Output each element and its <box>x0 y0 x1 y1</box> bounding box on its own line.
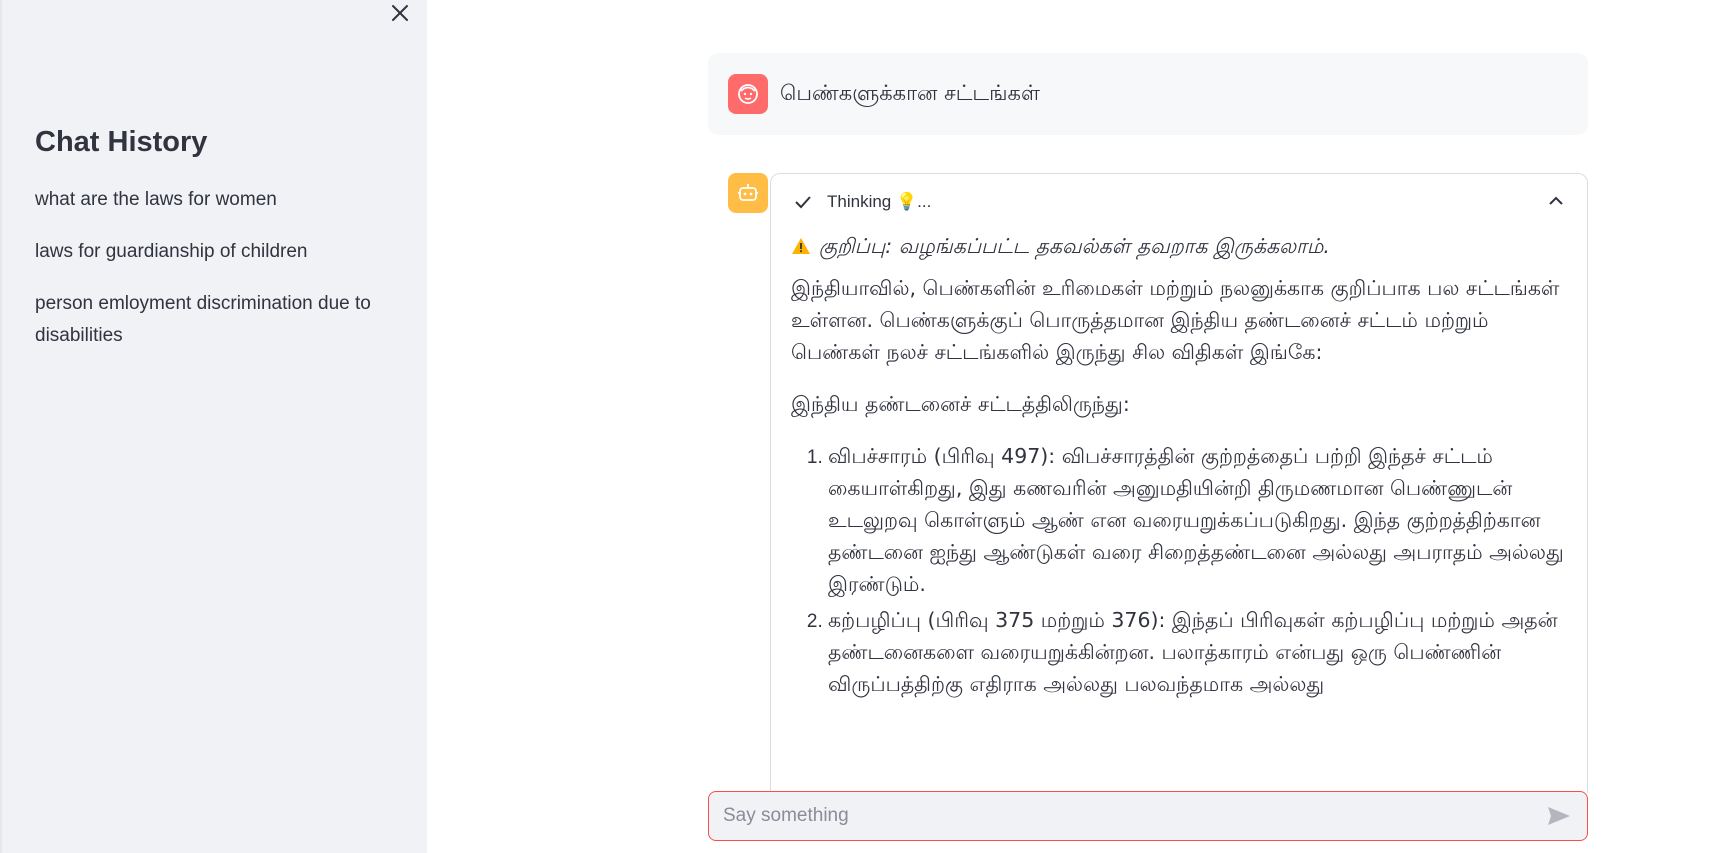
list-item: கற்பழிப்பு (பிரிவு 375 மற்றும் 376): இந்… <box>828 604 1567 700</box>
laws-list: விபச்சாரம் (பிரிவு 497): விபச்சாரத்தின் … <box>791 440 1567 700</box>
close-icon <box>392 5 408 21</box>
expander-body: குறிப்பு: வழங்கப்பட்ட தகவல்கள் தவறாக இரு… <box>771 230 1587 700</box>
expander-label: Thinking 💡... <box>827 192 932 211</box>
assistant-avatar <box>728 173 768 213</box>
list-item: விபச்சாரம் (பிரிவு 497): விபச்சாரத்தின் … <box>828 440 1567 600</box>
warning-icon <box>792 238 810 254</box>
sidebar: Chat History what are the laws for women… <box>0 0 427 853</box>
user-face-icon <box>738 84 758 104</box>
history-item[interactable]: what are the laws for women <box>35 184 395 216</box>
robot-icon <box>738 184 758 201</box>
send-icon <box>1548 807 1570 825</box>
user-message: பெண்களுக்கான சட்டங்கள் <box>708 53 1588 135</box>
response-paragraph: இந்தியாவில், பெண்களின் உரிமைகள் மற்றும் … <box>791 276 1560 364</box>
chat-input[interactable] <box>721 804 1543 828</box>
disclaimer: குறிப்பு: வழங்கப்பட்ட தகவல்கள் தவறாக இரு… <box>791 230 1567 262</box>
sidebar-title: Chat History <box>35 126 208 158</box>
main-chat-area: பெண்களுக்கான சட்டங்கள் Thinking 💡... குற… <box>427 0 1711 853</box>
send-button[interactable] <box>1543 800 1575 832</box>
history-item[interactable]: laws for guardianship of children <box>35 236 395 268</box>
chevron-up-icon <box>1549 196 1563 205</box>
user-message-text: பெண்களுக்கான சட்டங்கள் <box>780 80 1040 105</box>
user-avatar <box>728 74 768 114</box>
check-icon <box>795 196 811 209</box>
close-sidebar-button[interactable] <box>387 0 413 26</box>
expander-header[interactable]: Thinking 💡... <box>771 174 1587 230</box>
response-subheading: இந்திய தண்டனைச் சட்டத்திலிருந்து: <box>791 392 1130 416</box>
disclaimer-text: குறிப்பு: வழங்கப்பட்ட தகவல்கள் தவறாக இரு… <box>819 234 1330 258</box>
history-item[interactable]: person emloyment discrimination due to d… <box>35 288 395 352</box>
chat-history-list: what are the laws for women laws for gua… <box>35 184 395 372</box>
thinking-expander: Thinking 💡... குறிப்பு: வழங்கப்பட்ட தகவல… <box>770 173 1588 793</box>
chat-input-box <box>708 791 1588 841</box>
